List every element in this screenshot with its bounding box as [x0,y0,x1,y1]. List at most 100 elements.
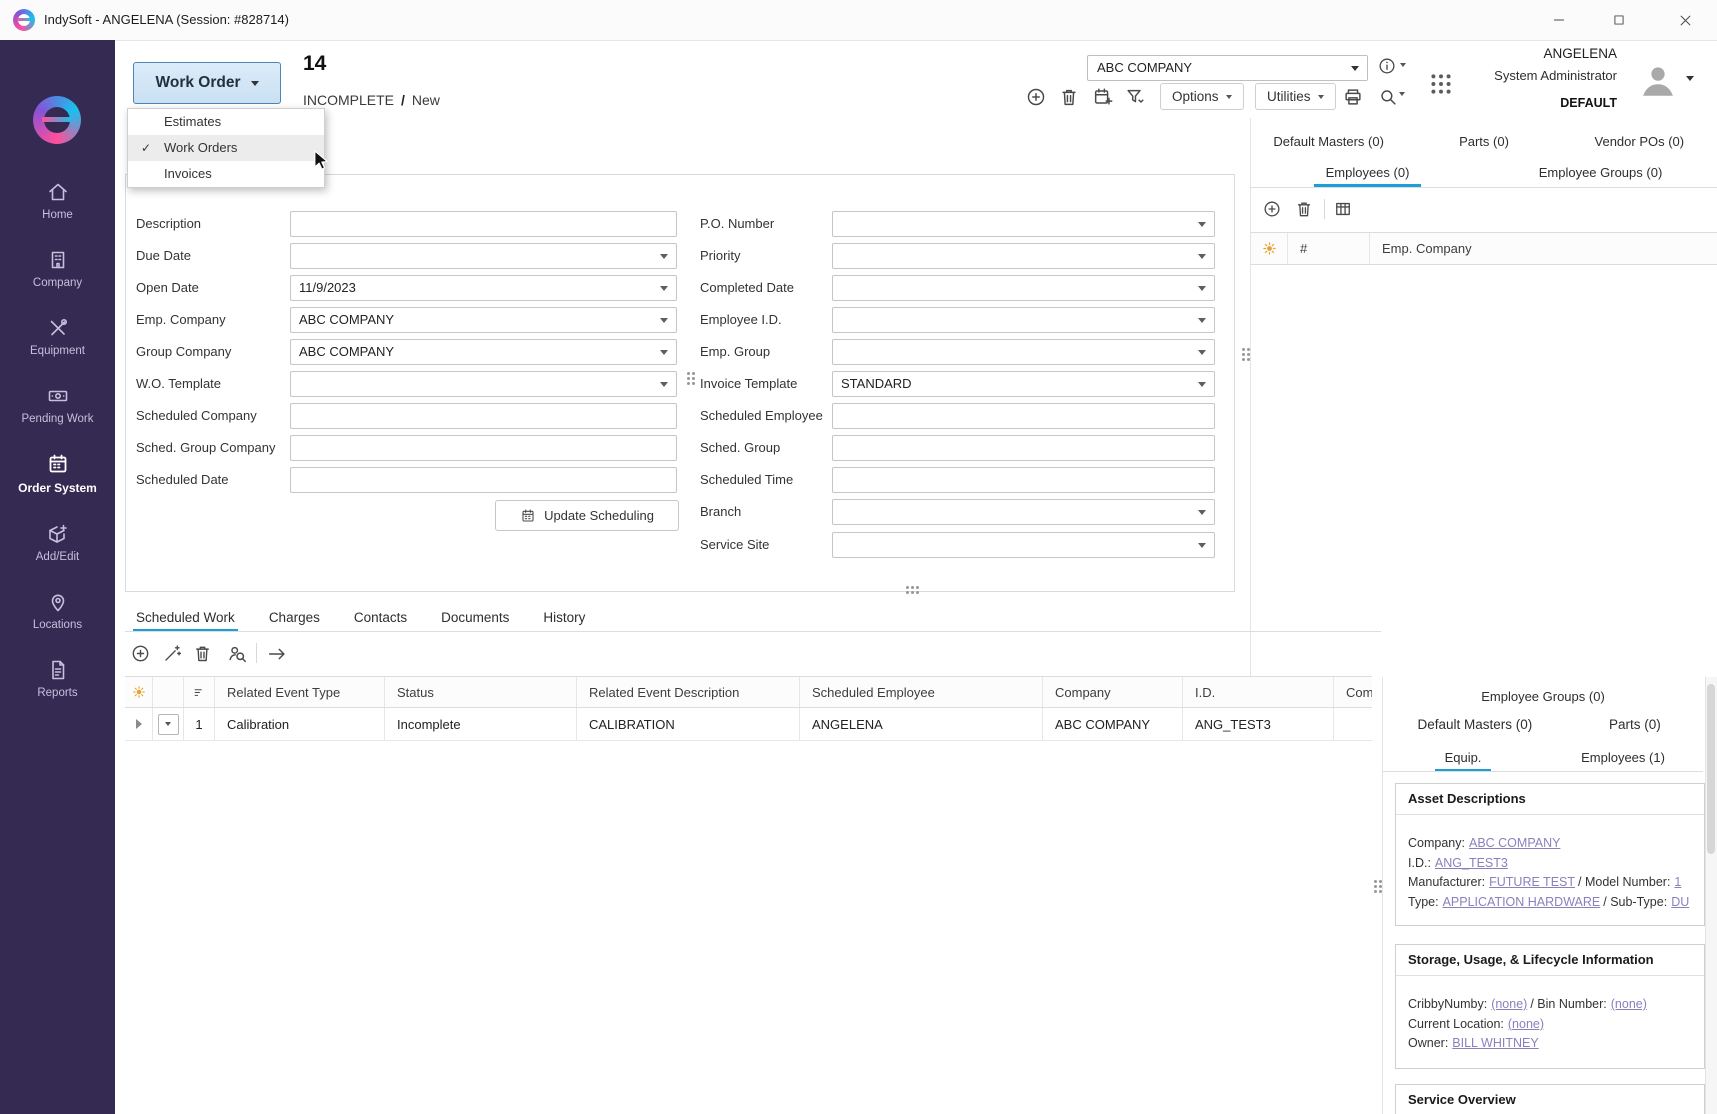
po-number-combo[interactable] [832,211,1215,237]
tab-charges[interactable]: Charges [266,604,323,632]
wo-template-combo[interactable] [290,371,677,397]
tab-scheduled-work[interactable]: Scheduled Work [133,604,238,632]
tab-asset-parts[interactable]: Parts (0) [1567,711,1703,739]
employee-id-combo[interactable] [832,307,1215,333]
print-button[interactable] [1342,86,1364,108]
col-scheduled-employee[interactable]: Scheduled Employee [800,677,1043,707]
asset-model-link[interactable]: 1 [1674,875,1681,889]
employees-add-button[interactable] [1262,199,1282,219]
priority-combo[interactable] [832,243,1215,269]
filter-button[interactable] [1124,86,1146,108]
tab-asset-equip[interactable]: Equip. [1383,741,1543,772]
scheduled-date-input[interactable] [290,467,677,493]
employees-columns-button[interactable] [1333,199,1353,219]
scheduled-time-input[interactable] [832,467,1215,493]
menu-item-work-orders[interactable]: ✓ Work Orders [128,135,324,161]
row-combo-cell[interactable] [153,708,184,740]
tab-asset-employee-groups[interactable]: Employee Groups (0) [1383,685,1703,711]
row-expander-cell[interactable] [125,708,153,740]
current-location-link[interactable]: (none) [1508,1017,1544,1031]
minimize-button[interactable] [1534,0,1584,40]
owner-link[interactable]: BILL WHITNEY [1452,1036,1538,1050]
asset-manufacturer-link[interactable]: FUTURE TEST [1489,875,1575,889]
sidebar-item-reports[interactable]: Reports [0,658,115,699]
col-emp-company[interactable]: Emp. Company [1370,233,1717,264]
tab-default-masters[interactable]: Default Masters (0) [1251,129,1406,156]
right-panel-divider[interactable] [1250,118,1251,677]
settings-cell[interactable] [125,677,153,707]
col-id[interactable]: I.D. [1183,677,1334,707]
scheduled-work-edit-button[interactable] [162,643,183,664]
tab-employees[interactable]: Employees (0) [1251,158,1484,187]
asset-id-link[interactable]: ANG_TEST3 [1435,856,1508,870]
tab-documents[interactable]: Documents [438,604,512,632]
col-related-event-description[interactable]: Related Event Description [577,677,800,707]
asset-company-link[interactable]: ABC COMPANY [1469,836,1560,850]
user-avatar[interactable] [1637,58,1679,102]
settings-cell[interactable] [1251,233,1288,264]
tab-history[interactable]: History [540,604,588,632]
tab-vendor-pos[interactable]: Vendor POs (0) [1562,129,1717,156]
right-scrollbar-thumb[interactable] [1707,684,1715,854]
scheduled-work-delete-button[interactable] [192,643,213,664]
col-company[interactable]: Company [1043,677,1183,707]
add-record-button[interactable] [1025,86,1047,108]
scheduled-work-send-button[interactable] [266,643,288,665]
tab-employee-groups[interactable]: Employee Groups (0) [1484,158,1717,187]
menu-item-invoices[interactable]: Invoices [128,161,324,187]
company-select[interactable]: ABC COMPANY [1087,55,1368,81]
options-button[interactable]: Options [1160,83,1244,110]
due-date-combo[interactable] [290,243,677,269]
col-status[interactable]: Status [385,677,577,707]
order-type-selector[interactable]: Work Order [133,62,281,104]
sidebar-item-order-system[interactable]: Order System [0,452,115,495]
horizontal-splitter-grip[interactable] [906,586,909,589]
sidebar-item-pending-work[interactable]: Pending Work [0,384,115,425]
bin-number-link[interactable]: (none) [1611,997,1647,1011]
info-button[interactable] [1377,56,1397,76]
col-number[interactable]: # [1288,233,1370,264]
emp-company-combo[interactable]: ABC COMPANY [290,307,677,333]
utilities-button[interactable]: Utilities [1255,83,1336,110]
asset-type-link[interactable]: APPLICATION HARDWARE [1443,895,1601,909]
branch-combo[interactable] [832,499,1215,525]
col-related-event-type[interactable]: Related Event Type [215,677,385,707]
delete-record-button[interactable] [1058,86,1080,108]
update-scheduling-button[interactable]: Update Scheduling [495,500,679,531]
scheduled-employee-input[interactable] [832,403,1215,429]
calendar-add-button[interactable] [1092,86,1114,108]
user-menu-chevron-icon[interactable] [1686,76,1694,81]
sort-col-header[interactable] [184,677,215,707]
col-com-truncated[interactable]: Com [1334,677,1372,707]
scheduled-company-input[interactable] [290,403,677,429]
sidebar-item-add-edit[interactable]: Add/Edit [0,522,115,563]
search-button[interactable] [1377,86,1399,108]
sidebar-item-company[interactable]: Company [0,248,115,289]
employees-delete-button[interactable] [1294,199,1314,219]
scheduled-work-row[interactable]: 1 Calibration Incomplete CALIBRATION ANG… [125,708,1372,741]
sched-group-input[interactable] [832,435,1215,461]
close-button[interactable] [1654,0,1717,40]
tab-contacts[interactable]: Contacts [351,604,410,632]
scheduled-work-add-button[interactable] [130,643,151,664]
tab-parts[interactable]: Parts (0) [1406,129,1561,156]
right-panel-splitter-grip[interactable] [1242,348,1245,351]
completed-date-combo[interactable] [832,275,1215,301]
maximize-button[interactable] [1594,0,1644,40]
sched-group-company-input[interactable] [290,435,677,461]
tab-asset-employees[interactable]: Employees (1) [1543,741,1703,772]
scheduled-work-person-search-button[interactable] [226,643,248,665]
description-input[interactable] [290,211,677,237]
asset-subtype-link[interactable]: DU [1671,895,1689,909]
tab-asset-default-masters[interactable]: Default Masters (0) [1383,711,1567,739]
emp-group-combo[interactable] [832,339,1215,365]
sidebar-item-home[interactable]: Home [0,180,115,221]
sidebar-item-equipment[interactable]: Equipment [0,316,115,357]
open-date-combo[interactable]: 11/9/2023 [290,275,677,301]
cribby-link[interactable]: (none) [1491,997,1527,1011]
menu-item-estimates[interactable]: Estimates [128,109,324,135]
invoice-template-combo[interactable]: STANDARD [832,371,1215,397]
sidebar-item-locations[interactable]: Locations [0,590,115,631]
asset-panel-splitter-grip[interactable] [1374,880,1377,883]
group-company-combo[interactable]: ABC COMPANY [290,339,677,365]
